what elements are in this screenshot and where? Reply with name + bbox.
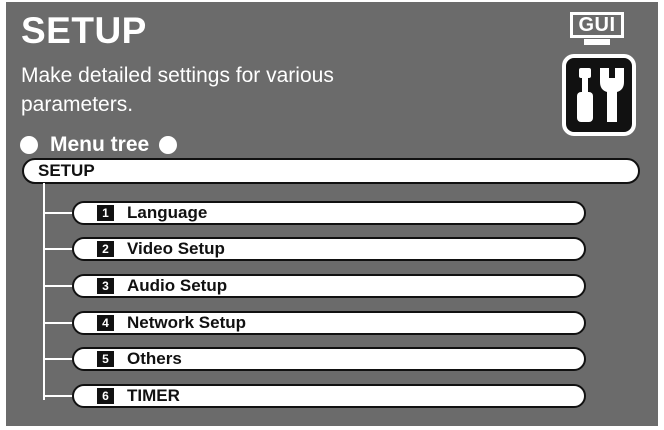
bullet-dot-icon	[20, 136, 38, 154]
menu-item-audio-setup: 3 Audio Setup	[72, 274, 586, 298]
tools-icon	[562, 54, 636, 136]
tree-connector-line	[43, 183, 45, 400]
menu-tree-heading: Menu tree	[20, 132, 178, 158]
item-number-badge: 2	[97, 241, 114, 257]
menu-item-label: Audio Setup	[127, 276, 228, 295]
menu-item-network-setup: 4 Network Setup	[72, 311, 586, 335]
menu-item-label: Video Setup	[127, 239, 225, 258]
page-description: Make detailed settings for various param…	[21, 64, 334, 116]
menu-tree-label: Menu tree	[50, 133, 150, 156]
menu-item-others: 5 Others	[72, 347, 586, 371]
gui-monitor-icon: GUI	[564, 9, 634, 49]
menu-item-language: 1 Language	[72, 201, 586, 225]
menu-item-label: Others	[127, 349, 182, 368]
item-number-badge: 4	[97, 315, 114, 331]
page-title: SETUP	[21, 10, 147, 51]
menu-tree-root: SETUP	[22, 158, 640, 184]
menu-item-label: TIMER	[127, 386, 180, 405]
item-number-badge: 3	[97, 278, 114, 294]
menu-item-label: Network Setup	[127, 313, 247, 332]
item-number-badge: 1	[97, 205, 114, 221]
menu-tree-root-label: SETUP	[38, 161, 95, 180]
item-number-badge: 5	[97, 351, 114, 367]
setup-panel: SETUP Make detailed settings for various…	[6, 2, 658, 426]
gui-badge-label: GUI	[570, 12, 624, 38]
menu-item-video-setup: 2 Video Setup	[72, 237, 586, 261]
menu-item-label: Language	[127, 203, 208, 222]
item-number-badge: 6	[97, 388, 114, 404]
bullet-dot-icon	[159, 136, 178, 154]
monitor-stand	[584, 39, 610, 45]
menu-item-timer: 6 TIMER	[72, 384, 586, 408]
